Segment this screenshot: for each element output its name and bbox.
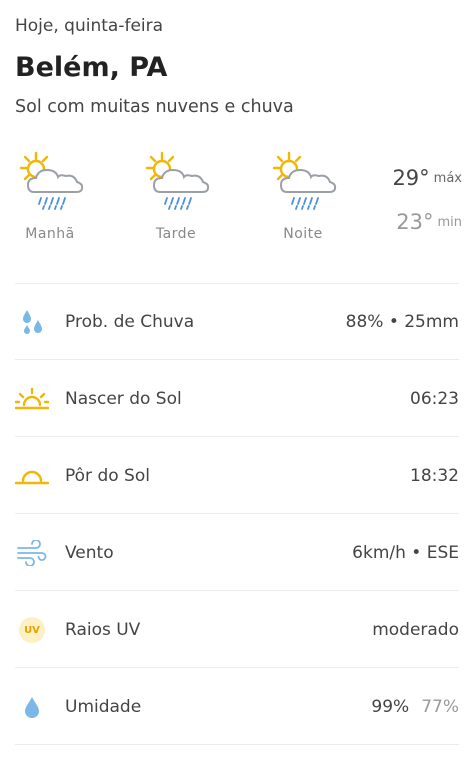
condition-text: Sol com muitas nuvens e chuva (15, 97, 294, 117)
temperature-range: 29° máx 23° min (392, 166, 462, 234)
humidity-drop-icon (15, 690, 49, 724)
detail-row-sunrise: Nascer do Sol 06:23 (15, 361, 459, 437)
detail-label: Vento (65, 543, 114, 563)
temp-min-value: 23° (396, 210, 434, 234)
date-label: Hoje, quinta-feira (15, 16, 164, 36)
detail-label: Prob. de Chuva (65, 312, 195, 332)
raindrops-icon (15, 305, 49, 339)
temp-max-value: 29° (392, 166, 430, 190)
temp-max-label: máx (433, 171, 462, 186)
period-night: Noite (263, 150, 343, 242)
period-morning: Manhã (10, 150, 90, 242)
sun-cloud-rain-icon (263, 150, 343, 216)
city-title: Belém, PA (15, 52, 168, 83)
temp-min: 23° min (392, 210, 462, 234)
detail-value: 18:32 (410, 466, 459, 486)
detail-row-wind: Vento 6km/h • ESE (15, 515, 459, 591)
uv-badge: UV (19, 617, 45, 643)
detail-value: moderado (372, 620, 459, 640)
detail-label: Umidade (65, 697, 142, 717)
detail-row-humidity: Umidade 99% 77% (15, 669, 459, 745)
sun-cloud-rain-icon (136, 150, 216, 216)
detail-value: 99% (371, 697, 410, 717)
detail-value-secondary: 77% (421, 697, 459, 717)
period-label: Tarde (155, 226, 197, 242)
sunrise-icon (15, 382, 49, 416)
temp-min-label: min (437, 215, 462, 230)
detail-label: Raios UV (65, 620, 141, 640)
detail-value: 6km/h • ESE (352, 543, 459, 563)
detail-label: Nascer do Sol (65, 389, 182, 409)
period-label: Noite (283, 226, 323, 242)
detail-label: Pôr do Sol (65, 466, 150, 486)
wind-icon (15, 536, 49, 570)
detail-value: 88% • 25mm (345, 312, 459, 332)
uv-icon: UV (15, 613, 49, 647)
temp-max: 29° máx (392, 166, 462, 190)
sun-cloud-rain-icon (10, 150, 90, 216)
detail-row-uv: UV Raios UV moderado (15, 592, 459, 668)
detail-row-sunset: Pôr do Sol 18:32 (15, 438, 459, 514)
period-label: Manhã (25, 226, 75, 242)
detail-value: 06:23 (410, 389, 459, 409)
period-afternoon: Tarde (136, 150, 216, 242)
sunset-icon (15, 459, 49, 493)
detail-row-rain: Prob. de Chuva 88% • 25mm (15, 284, 459, 360)
